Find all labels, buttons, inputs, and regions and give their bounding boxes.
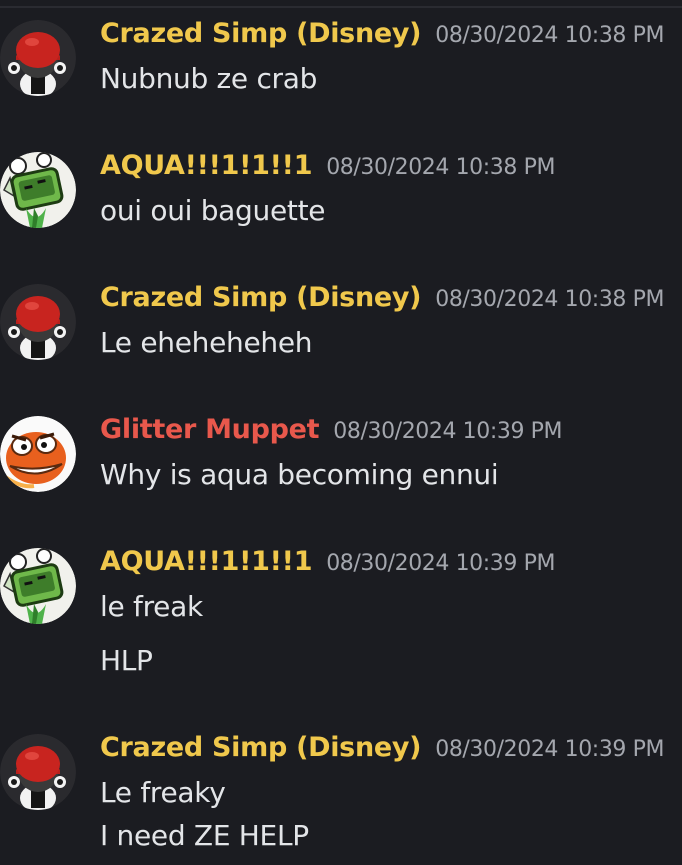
- message-text: I need ZE HELP: [100, 819, 309, 852]
- message-text: HLP: [100, 644, 153, 677]
- timestamp: 08/30/2024 10:39 PM: [435, 737, 665, 762]
- username[interactable]: Crazed Simp (Disney): [100, 18, 422, 49]
- avatar[interactable]: [0, 284, 76, 360]
- message-text: Nubnub ze crab: [100, 62, 318, 95]
- avatar[interactable]: [0, 416, 76, 492]
- timestamp: 08/30/2024 10:38 PM: [435, 287, 665, 312]
- green-robot-avatar-icon: [0, 548, 76, 624]
- red-helmet-avatar-icon: [0, 20, 76, 96]
- avatar[interactable]: [0, 548, 76, 624]
- timestamp: 08/30/2024 10:38 PM: [326, 155, 556, 180]
- timestamp: 08/30/2024 10:39 PM: [326, 551, 556, 576]
- top-divider: [0, 6, 682, 8]
- message-text: Le eheheheheh: [100, 326, 313, 359]
- red-helmet-avatar-icon: [0, 734, 76, 810]
- green-robot-avatar-icon: [0, 152, 76, 228]
- orange-muppet-avatar-icon: [0, 416, 76, 492]
- message-text: Why is aqua becoming ennui: [100, 458, 499, 491]
- red-helmet-avatar-icon: [0, 284, 76, 360]
- message-text: le freak: [100, 590, 203, 623]
- message-text: oui oui baguette: [100, 194, 326, 227]
- username[interactable]: Crazed Simp (Disney): [100, 282, 422, 313]
- username[interactable]: Crazed Simp (Disney): [100, 732, 422, 763]
- message-text: Le freaky: [100, 776, 226, 809]
- avatar[interactable]: [0, 152, 76, 228]
- avatar[interactable]: [0, 20, 76, 96]
- timestamp: 08/30/2024 10:38 PM: [435, 23, 665, 48]
- username[interactable]: Glitter Muppet: [100, 414, 320, 445]
- timestamp: 08/30/2024 10:39 PM: [333, 419, 563, 444]
- avatar[interactable]: [0, 734, 76, 810]
- username[interactable]: AQUA!!!1!1!!1: [100, 546, 312, 577]
- username[interactable]: AQUA!!!1!1!!1: [100, 150, 312, 181]
